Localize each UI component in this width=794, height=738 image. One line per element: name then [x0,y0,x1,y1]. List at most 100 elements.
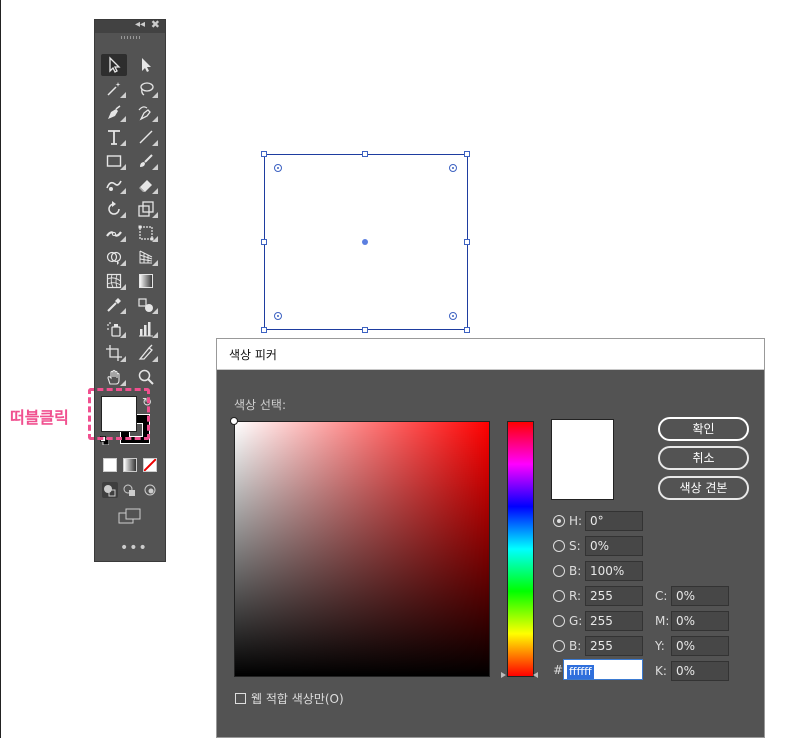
collapse-icon[interactable]: ◂◂ [135,19,145,30]
color-mode-icon[interactable] [103,458,117,472]
k-label: K: [655,664,667,678]
mesh-tool-icon[interactable] [101,270,127,292]
line-tool-icon[interactable] [133,126,159,148]
perspective-grid-tool-icon[interactable] [133,246,159,268]
close-icon[interactable]: ✖ [151,18,160,31]
draw-inside-icon[interactable] [142,482,158,498]
center-point [362,239,368,245]
type-tool-icon[interactable] [101,126,127,148]
curvature-tool-icon[interactable] [133,102,159,124]
tools-panel-header[interactable]: ◂◂ ✖ [95,18,165,33]
bounding-handle-bc[interactable] [362,327,368,333]
screen-mode-icon[interactable] [118,508,142,524]
cancel-button[interactable]: 취소 [658,446,749,470]
hue-slider[interactable] [507,421,534,677]
hand-tool-icon[interactable] [101,366,127,388]
column-graph-tool-icon[interactable] [133,318,159,340]
draw-normal-icon[interactable] [102,482,118,498]
blue-field[interactable]: 255 [585,636,643,656]
zoom-tool-icon[interactable] [133,366,159,388]
direct-selection-tool-icon[interactable] [133,54,159,76]
b-radio[interactable] [553,565,565,577]
corner-widget-tr[interactable] [449,164,457,172]
web-colors-only-checkbox[interactable] [235,693,246,704]
edit-toolbar-icon[interactable]: ••• [120,540,148,556]
bounding-handle-br[interactable] [464,327,470,333]
color-swatches-button[interactable]: 색상 견본 [658,476,749,500]
lasso-tool-icon[interactable] [133,78,159,100]
artboard-tool-icon[interactable] [101,342,127,364]
slice-tool-icon[interactable] [133,342,159,364]
free-transform-tool-icon[interactable] [133,222,159,244]
bounding-handle-mr[interactable] [464,239,470,245]
select-color-label: 색상 선택: [234,398,287,412]
k-field[interactable]: 0% [671,661,729,681]
dialog-title: 색상 피커 [229,348,277,362]
m-label: M: [655,614,670,628]
blue-label: B: [569,639,582,653]
c-label: C: [655,589,668,603]
shape-builder-tool-icon[interactable] [101,246,127,268]
g-radio[interactable] [553,615,565,627]
color-field-cursor[interactable] [230,417,238,425]
selection-tool-icon[interactable] [101,54,127,76]
none-mode-icon[interactable] [143,458,157,472]
hex-value: ffffff [567,665,594,679]
gradient-tool-icon[interactable] [133,270,159,292]
color-preview [551,419,614,500]
rectangle-tool-icon[interactable] [101,150,127,172]
s-radio[interactable] [553,540,565,552]
web-colors-only-label[interactable]: 웹 적합 색상만(O) [251,690,344,707]
s-field[interactable]: 0% [585,536,643,556]
paintbrush-tool-icon[interactable] [133,150,159,172]
r-label: R: [569,589,582,603]
hex-label: # [553,663,564,677]
corner-widget-br[interactable] [449,312,457,320]
brightness-field[interactable]: 100% [585,561,643,581]
draw-behind-icon[interactable] [122,482,138,498]
g-label: G: [569,614,583,628]
c-field[interactable]: 0% [671,586,729,606]
h-field[interactable]: 0° [585,511,643,531]
corner-widget-bl[interactable] [274,312,282,320]
y-label: Y: [655,639,665,653]
magic-wand-tool-icon[interactable] [101,78,127,100]
g-field[interactable]: 255 [585,611,643,631]
eraser-tool-icon[interactable] [133,174,159,196]
m-field[interactable]: 0% [671,611,729,631]
bounding-handle-tl[interactable] [261,151,267,157]
h-radio[interactable] [553,515,565,527]
corner-widget-tl[interactable] [274,164,282,172]
r-radio[interactable] [553,590,565,602]
hex-field[interactable]: ffffff [563,659,643,680]
h-label: H: [569,514,583,528]
hue-slider-right-arrow[interactable] [533,672,538,678]
width-tool-icon[interactable] [101,222,127,244]
double-click-highlight [88,388,150,440]
ok-button[interactable]: 확인 [658,417,749,441]
dialog-title-bar[interactable]: 색상 피커 [217,339,764,370]
r-field[interactable]: 255 [585,586,643,606]
color-field[interactable] [234,421,490,677]
s-label: S: [569,539,581,553]
symbol-sprayer-tool-icon[interactable] [101,318,127,340]
brightness-label: B: [569,564,582,578]
gradient-mode-icon[interactable] [123,458,137,472]
hue-slider-left-arrow[interactable] [501,672,506,678]
blue-radio[interactable] [553,640,565,652]
pen-tool-icon[interactable] [101,102,127,124]
blend-tool-icon[interactable] [133,294,159,316]
eyedropper-tool-icon[interactable] [101,294,127,316]
shaper-tool-icon[interactable] [101,174,127,196]
panel-grip[interactable] [121,36,141,39]
canvas-left-edge [0,0,1,738]
double-click-annotation: 떠블클릭 [10,408,69,427]
bounding-handle-tc[interactable] [362,151,368,157]
color-picker-dialog: 색상 피커 색상 선택: 확인 취소 색상 견본 H: 0° S: 0% B: … [216,338,765,738]
scale-tool-icon[interactable] [133,198,159,220]
y-field[interactable]: 0% [671,636,729,656]
rotate-tool-icon[interactable] [101,198,127,220]
bounding-handle-ml[interactable] [261,239,267,245]
bounding-handle-tr[interactable] [464,151,470,157]
bounding-handle-bl[interactable] [261,327,267,333]
